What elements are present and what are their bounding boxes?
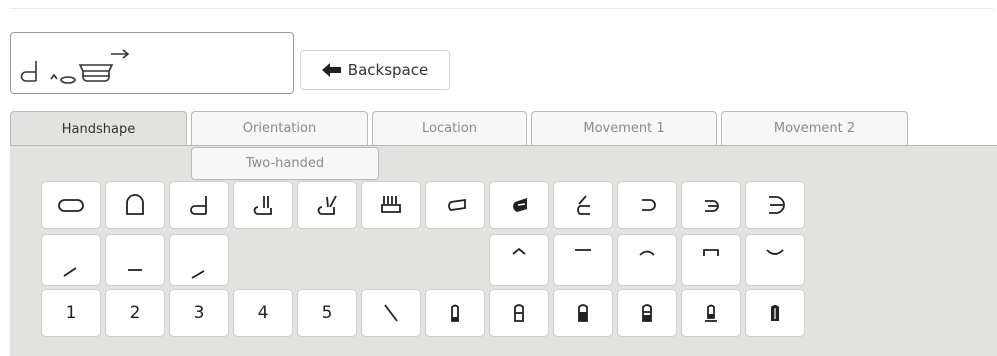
filled-bar-icon — [578, 304, 588, 322]
two-fingers-icon — [253, 196, 272, 215]
bold-bar-icon — [771, 305, 779, 321]
key-number-5[interactable]: 5 — [297, 289, 357, 337]
tab-label: Handshape — [61, 121, 136, 137]
tab-label: Movement 1 — [583, 121, 665, 136]
dash-low-icon — [128, 269, 142, 271]
key-flat-thumb[interactable] — [169, 181, 229, 229]
key-narrow-bar[interactable] — [425, 289, 485, 337]
arc-icon — [639, 250, 655, 256]
key-claw-hand[interactable] — [745, 181, 805, 229]
tab-location[interactable]: Location — [372, 111, 527, 145]
check-icon — [766, 249, 784, 255]
bent-fingers-icon — [317, 195, 337, 215]
key-filled-bar[interactable] — [553, 289, 613, 337]
key-fist-oval[interactable] — [41, 181, 101, 229]
tab-label: Two-handed — [245, 156, 325, 171]
key-two-fingers[interactable] — [233, 181, 293, 229]
key-caret[interactable] — [489, 234, 549, 286]
base-bar-icon — [705, 304, 717, 322]
key-c-hand[interactable] — [617, 181, 677, 229]
bracket-icon — [703, 249, 719, 256]
shaded-oval-icon — [513, 198, 527, 212]
key-curved-e-hand[interactable] — [681, 181, 741, 229]
backslash-icon — [384, 304, 398, 322]
key-shaded-oval[interactable] — [489, 181, 549, 229]
key-number-3[interactable]: 3 — [169, 289, 229, 337]
symbol-sequence-icon — [20, 49, 130, 84]
key-slash-low[interactable] — [41, 234, 101, 286]
tab-label: Orientation — [242, 121, 317, 136]
macron-icon — [575, 249, 591, 251]
backspace-button[interactable]: Backspace — [300, 50, 450, 90]
key-fist-arch[interactable] — [105, 181, 165, 229]
slash-low-icon — [63, 267, 77, 277]
key-number-1[interactable]: 1 — [41, 289, 101, 337]
symbol-display-field[interactable] — [10, 32, 294, 94]
key-cupped-hand[interactable] — [553, 181, 613, 229]
fist-oval-icon — [58, 199, 84, 212]
open-bar-icon — [514, 304, 524, 322]
key-arc[interactable] — [617, 234, 677, 286]
key-label: 1 — [65, 303, 77, 323]
key-label: 5 — [321, 303, 333, 323]
top-divider — [10, 8, 994, 9]
key-backslash[interactable] — [361, 289, 421, 337]
key-number-4[interactable]: 4 — [233, 289, 293, 337]
tab-label: Movement 2 — [773, 121, 856, 136]
key-five-fingers[interactable] — [361, 181, 421, 229]
key-bracket[interactable] — [681, 234, 741, 286]
arrow-left-icon — [321, 63, 341, 77]
curved-e-hand-icon — [705, 200, 719, 212]
claw-hand-icon — [769, 196, 785, 214]
tab-handshape[interactable]: Handshape — [10, 111, 187, 146]
key-label: 2 — [129, 303, 141, 323]
key-label: 4 — [257, 303, 269, 323]
key-label: 3 — [193, 303, 205, 323]
tab-label: Location — [422, 121, 477, 136]
key-open-bar[interactable] — [489, 289, 549, 337]
pointed-oval-icon — [448, 198, 466, 211]
key-dash-low[interactable] — [105, 234, 165, 286]
key-bold-bar[interactable] — [745, 289, 805, 337]
key-split-bar[interactable] — [617, 289, 677, 337]
tab-movement-2[interactable]: Movement 2 — [721, 111, 908, 145]
narrow-bar-icon — [451, 304, 459, 322]
fist-arch-icon — [126, 194, 144, 215]
cupped-hand-icon — [577, 195, 590, 215]
key-base-bar[interactable] — [681, 289, 741, 337]
tab-movement-1[interactable]: Movement 1 — [531, 111, 717, 145]
key-check[interactable] — [745, 234, 805, 286]
key-pointed-oval[interactable] — [425, 181, 485, 229]
split-bar-icon — [642, 304, 652, 322]
caret-icon — [512, 247, 526, 255]
tab-orientation[interactable]: Orientation — [191, 111, 368, 145]
key-macron[interactable] — [553, 234, 613, 286]
key-slash-small[interactable] — [169, 234, 229, 286]
backspace-label: Backspace — [347, 61, 429, 79]
c-hand-icon — [642, 199, 656, 211]
flat-thumb-icon — [190, 196, 207, 215]
five-fingers-icon — [381, 196, 401, 213]
slash-small-icon — [191, 270, 205, 279]
key-number-2[interactable]: 2 — [105, 289, 165, 337]
tab-two-handed[interactable]: Two-handed — [191, 147, 379, 180]
key-bent-fingers[interactable] — [297, 181, 357, 229]
